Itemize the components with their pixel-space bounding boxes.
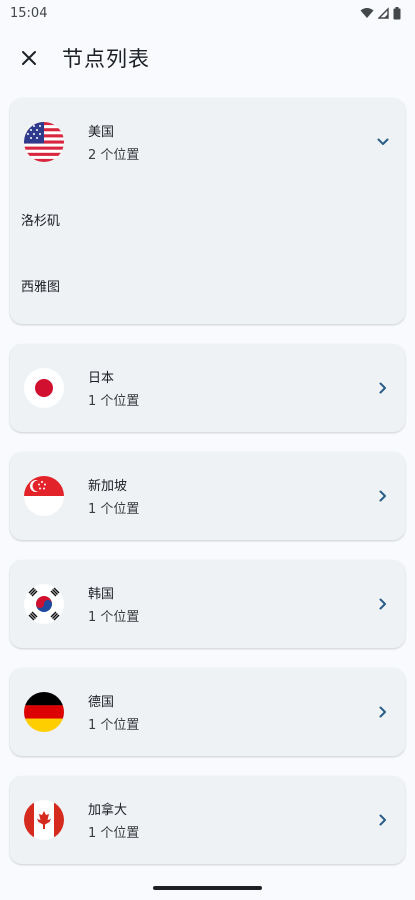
- status-bar: 15:04: [0, 0, 415, 26]
- country-header-kr[interactable]: 韩国 1 个位置: [10, 560, 405, 648]
- status-icons: [360, 6, 401, 20]
- chevron-right-icon: [375, 596, 391, 612]
- location-count: 2 个位置: [88, 148, 140, 163]
- country-card-de: 德国 1 个位置: [10, 668, 405, 756]
- home-indicator[interactable]: [153, 886, 262, 890]
- country-header-sg[interactable]: 新加坡 1 个位置: [10, 452, 405, 540]
- country-card-us: 美国 2 个位置 洛杉矶 西雅图: [10, 98, 405, 324]
- status-time: 15:04: [10, 5, 48, 21]
- kr-flag-icon: [24, 584, 64, 624]
- signal-icon: [378, 7, 389, 19]
- location-count: 1 个位置: [88, 826, 140, 841]
- country-name: 韩国: [88, 587, 115, 602]
- country-name: 德国: [88, 695, 115, 710]
- close-button[interactable]: [9, 38, 49, 78]
- country-card-kr: 韩国 1 个位置: [10, 560, 405, 648]
- country-card-ca: 加拿大 1 个位置: [10, 776, 405, 864]
- country-name: 加拿大: [88, 803, 128, 818]
- page-title: 节点列表: [62, 47, 150, 71]
- country-header-jp[interactable]: 日本 1 个位置: [10, 344, 405, 432]
- app-bar: 节点列表: [0, 34, 415, 82]
- country-header-de[interactable]: 德国 1 个位置: [10, 668, 405, 756]
- country-header-us[interactable]: 美国 2 个位置: [10, 98, 405, 186]
- location-item-los-angeles[interactable]: 洛杉矶: [10, 186, 405, 252]
- location-count: 1 个位置: [88, 718, 140, 733]
- location-count: 1 个位置: [88, 502, 140, 517]
- chevron-right-icon: [375, 488, 391, 504]
- jp-flag-icon: [24, 368, 64, 408]
- de-flag-icon: [24, 692, 64, 732]
- us-flag-icon: [24, 122, 64, 162]
- country-name: 日本: [88, 371, 115, 386]
- country-name: 新加坡: [88, 479, 128, 494]
- chevron-down-icon: [375, 134, 391, 150]
- country-card-jp: 日本 1 个位置: [10, 344, 405, 432]
- node-list: 美国 2 个位置 洛杉矶 西雅图 日本 1 个位置 新加坡 1 个位置 韩国 1…: [10, 98, 405, 884]
- close-icon: [22, 51, 36, 65]
- ca-flag-icon: [24, 800, 64, 840]
- location-list-us: 洛杉矶 西雅图: [10, 186, 405, 324]
- location-count: 1 个位置: [88, 610, 140, 625]
- chevron-right-icon: [375, 704, 391, 720]
- country-name: 美国: [88, 125, 115, 140]
- location-item-seattle[interactable]: 西雅图: [10, 252, 405, 318]
- chevron-right-icon: [375, 380, 391, 396]
- chevron-right-icon: [375, 812, 391, 828]
- sg-flag-icon: [24, 476, 64, 516]
- country-header-ca[interactable]: 加拿大 1 个位置: [10, 776, 405, 864]
- battery-icon: [393, 6, 401, 19]
- location-count: 1 个位置: [88, 394, 140, 409]
- wifi-icon: [360, 8, 374, 18]
- country-card-sg: 新加坡 1 个位置: [10, 452, 405, 540]
